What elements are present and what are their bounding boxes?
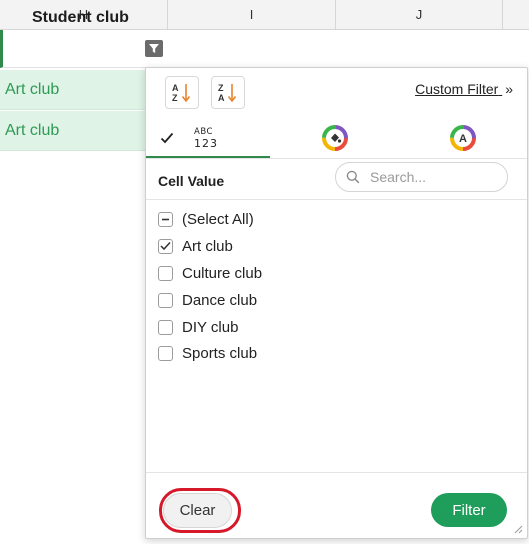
list-item-diy-club[interactable]: DIY club [158, 316, 238, 338]
column-header-next[interactable] [503, 0, 529, 30]
header-cell[interactable] [0, 30, 168, 68]
filter-button-label: Filter [452, 501, 486, 519]
column-label: J [415, 7, 423, 22]
list-item-label: Art club [182, 237, 233, 255]
data-cell-text: Art club [5, 80, 60, 98]
column-header-j[interactable]: J [336, 0, 503, 30]
custom-filter-label: Custom Filter [415, 81, 499, 97]
list-item-label: (Select All) [182, 210, 254, 228]
list-item-label: Dance club [182, 291, 258, 309]
list-item-sports-club[interactable]: Sports club [158, 342, 257, 364]
tab-values[interactable]: ABC 123 [156, 118, 270, 158]
checked-checkbox[interactable] [158, 238, 173, 254]
list-item-label: DIY club [182, 318, 239, 336]
tab-font-color[interactable]: A [399, 118, 527, 158]
values-tab-bottom: 123 [194, 137, 218, 150]
list-item-select-all[interactable]: (Select All) [158, 208, 254, 230]
column-label: I [249, 7, 254, 22]
cell-value-label: Cell Value [158, 173, 225, 189]
sort-ascending-button[interactable]: A Z [165, 76, 199, 109]
checkbox[interactable] [158, 345, 173, 361]
double-chevron-right-icon: » [505, 81, 513, 97]
list-item-culture-club[interactable]: Culture club [158, 262, 262, 284]
sort-a-z-icon: A Z [172, 83, 191, 103]
abc-123-icon: ABC 123 [194, 127, 218, 149]
checkbox[interactable] [158, 265, 173, 281]
list-item-art-club[interactable]: Art club [158, 235, 233, 257]
header-cell-text: Student club [32, 9, 129, 26]
tab-divider [146, 158, 527, 159]
list-divider [146, 199, 527, 200]
check-icon [160, 241, 171, 251]
list-item-label: Culture club [182, 264, 263, 282]
checkbox[interactable] [158, 319, 173, 335]
checkmark-icon [160, 132, 174, 144]
column-filter-button[interactable] [145, 40, 163, 57]
svg-text:A: A [172, 83, 179, 93]
filter-funnel-icon [149, 44, 159, 53]
sort-descending-button[interactable]: Z A [211, 76, 245, 109]
checkbox[interactable] [158, 292, 173, 308]
data-cell[interactable]: Art club [0, 70, 146, 110]
column-header-i[interactable]: I [168, 0, 336, 30]
data-cell-text: Art club [5, 121, 60, 139]
list-item-label: Sports club [182, 344, 258, 362]
svg-text:Z: Z [218, 83, 224, 93]
list-item-dance-club[interactable]: Dance club [158, 289, 257, 311]
search-icon [346, 170, 360, 184]
highlight-ring [159, 488, 241, 533]
resize-handle-icon[interactable] [513, 524, 523, 534]
fill-color-wheel-icon [321, 125, 348, 151]
svg-text:A: A [459, 133, 467, 145]
svg-text:Z: Z [172, 93, 178, 103]
tab-fill-color[interactable] [270, 118, 399, 158]
footer-divider [146, 472, 527, 473]
search-input[interactable] [368, 168, 492, 186]
minus-icon [162, 218, 169, 220]
indeterminate-checkbox[interactable] [158, 211, 173, 227]
custom-filter-link[interactable]: Custom Filter » [415, 81, 513, 97]
apply-filter-button[interactable]: Filter [431, 493, 507, 527]
filter-popup: A Z Z A Custom Filter » ABC 123 A Cell V… [145, 67, 528, 539]
sort-z-a-icon: Z A [218, 83, 237, 103]
data-cell[interactable]: Art club [0, 111, 146, 151]
search-box[interactable] [335, 162, 508, 192]
svg-text:A: A [218, 93, 225, 103]
font-color-wheel-icon: A [450, 125, 476, 151]
